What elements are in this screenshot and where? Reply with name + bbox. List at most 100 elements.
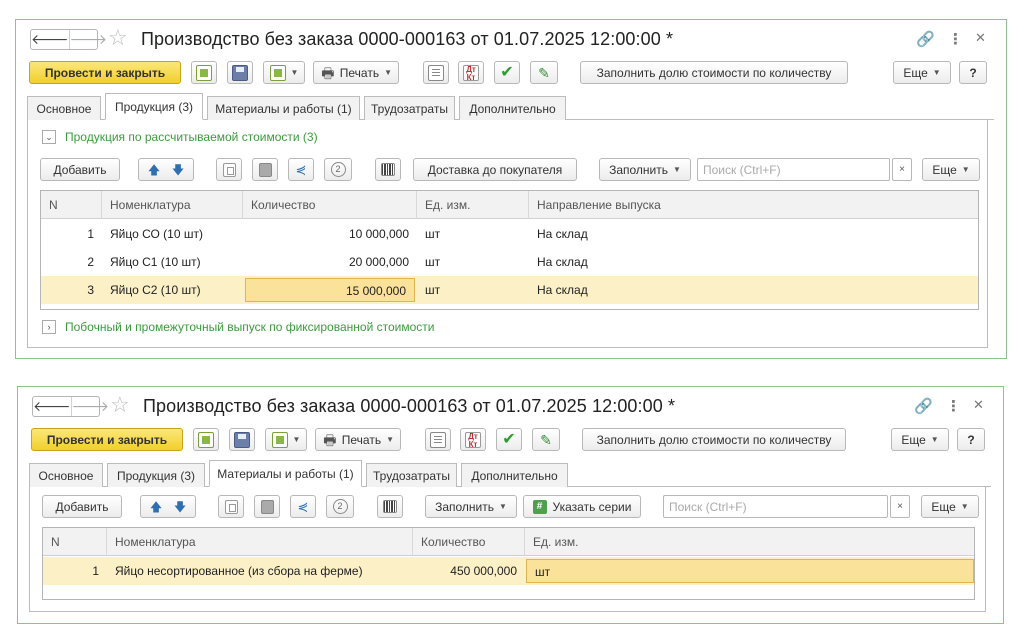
cell-item[interactable]: Яйцо СО (10 шт) (102, 220, 243, 248)
paste-button[interactable] (254, 495, 280, 518)
help-button[interactable]: ? (959, 61, 987, 84)
cell-unit[interactable]: шт (417, 220, 529, 248)
search-input[interactable]: Поиск (Ctrl+F) (663, 495, 888, 518)
cell-item[interactable]: Яйцо несортированное (из сбора на ферме) (107, 557, 413, 585)
fill-number-button[interactable]: 2 (324, 158, 352, 181)
doc-structure-button[interactable] (191, 61, 217, 84)
dt-kt-button[interactable]: Дт Кт (458, 61, 484, 84)
clear-search-button[interactable]: × (890, 495, 910, 518)
cell-direction[interactable]: На склад (529, 248, 969, 276)
post-and-close-button[interactable]: Провести и закрыть (29, 61, 181, 84)
table-row-selected[interactable]: 1 Яйцо несортированное (из сбора на ферм… (43, 557, 974, 585)
star-icon[interactable]: ☆ (108, 26, 128, 50)
group-fixed-cost[interactable]: › Побочный и промежуточный выпуск по фик… (42, 320, 434, 334)
more-button[interactable]: Еще ▼ (893, 61, 951, 84)
cell-unit-focused[interactable]: шт (526, 559, 974, 583)
edit-button[interactable]: ✎ (532, 428, 560, 451)
move-up-down-button[interactable]: 🡅 🡇 (140, 495, 196, 518)
tab-labor[interactable]: Трудозатраты (364, 96, 455, 120)
tab-materials[interactable]: Материалы и работы (1) (209, 460, 362, 487)
close-icon[interactable]: ✕ (973, 397, 984, 413)
back-arrow-icon[interactable]: 🡐 (31, 30, 69, 49)
table-row[interactable]: 2 Яйцо С1 (10 шт) 20 000,000 шт На склад (41, 248, 978, 276)
tab-main[interactable]: Основное (29, 463, 103, 487)
save-button[interactable] (229, 428, 255, 451)
create-based-button[interactable]: ▼ (265, 428, 307, 451)
fill-number-button[interactable]: 2 (326, 495, 354, 518)
print-button[interactable]: 🖶 Печать ▼ (315, 428, 401, 451)
cell-item[interactable]: Яйцо С1 (10 шт) (102, 248, 243, 276)
fill-button[interactable]: Заполнить ▼ (599, 158, 691, 181)
specify-series-button[interactable]: # Указать серии (523, 495, 641, 518)
cell-item[interactable]: Яйцо С2 (10 шт) (102, 276, 243, 304)
tab-main[interactable]: Основное (27, 96, 101, 120)
paste-button[interactable] (252, 158, 278, 181)
chevron-down-icon[interactable]: ⌄ (42, 130, 56, 144)
fill-cost-share-button[interactable]: Заполнить долю стоимости по количеству (582, 428, 846, 451)
cell-direction[interactable]: На склад (529, 276, 969, 304)
col-header-direction[interactable]: Направление выпуска (529, 191, 980, 219)
edit-button[interactable]: ✎ (530, 61, 558, 84)
doc-structure-button[interactable] (193, 428, 219, 451)
barcode-button[interactable] (375, 158, 401, 181)
table-row-selected[interactable]: 3 Яйцо С2 (10 шт) 15 000,000 шт На склад (41, 276, 978, 304)
search-input[interactable]: Поиск (Ctrl+F) (697, 158, 890, 181)
cell-qty-focused[interactable]: 15 000,000 (245, 278, 415, 302)
table-row[interactable]: 1 Яйцо СО (10 шт) 10 000,000 шт На склад (41, 220, 978, 248)
cell-direction[interactable]: На склад (529, 220, 969, 248)
forward-arrow-icon[interactable]: 🡒 (68, 30, 107, 49)
tab-additional[interactable]: Дополнительно (461, 463, 568, 487)
print-button[interactable]: 🖶 Печать ▼ (313, 61, 399, 84)
tab-products[interactable]: Продукция (3) (105, 93, 203, 120)
col-header-qty[interactable]: Количество (413, 528, 525, 556)
report-button[interactable] (425, 428, 451, 451)
col-header-item[interactable]: Номенклатура (102, 191, 243, 219)
share-button[interactable]: ⋞ (290, 495, 316, 518)
link-icon[interactable]: 🔗 (914, 397, 933, 415)
cell-qty[interactable]: 450 000,000 (413, 557, 525, 585)
dt-kt-button[interactable]: Дт Кт (460, 428, 486, 451)
close-icon[interactable]: ✕ (975, 30, 986, 46)
col-header-n[interactable]: N (43, 528, 107, 556)
share-button[interactable]: ⋞ (288, 158, 314, 181)
tab-labor[interactable]: Трудозатраты (366, 463, 457, 487)
more-button[interactable]: Еще ▼ (891, 428, 949, 451)
star-icon[interactable]: ☆ (110, 393, 130, 417)
copy-button[interactable] (218, 495, 244, 518)
delivery-button[interactable]: Доставка до покупателя (413, 158, 577, 181)
col-header-unit[interactable]: Ед. изм. (417, 191, 529, 219)
back-arrow-icon[interactable]: 🡐 (33, 397, 71, 416)
chevron-right-icon[interactable]: › (42, 320, 56, 334)
barcode-button[interactable] (377, 495, 403, 518)
clear-search-button[interactable]: × (892, 158, 912, 181)
add-button[interactable]: Добавить (40, 158, 120, 181)
cell-qty[interactable]: 20 000,000 (243, 248, 417, 276)
post-and-close-button[interactable]: Провести и закрыть (31, 428, 183, 451)
create-based-button[interactable]: ▼ (263, 61, 305, 84)
link-icon[interactable]: 🔗 (916, 30, 935, 48)
col-header-qty[interactable]: Количество (243, 191, 417, 219)
fill-cost-share-button[interactable]: Заполнить долю стоимости по количеству (580, 61, 848, 84)
tab-products[interactable]: Продукция (3) (107, 463, 205, 487)
more-vert-icon[interactable]: ⋮ (948, 30, 963, 48)
col-header-item[interactable]: Номенклатура (107, 528, 413, 556)
post-button[interactable]: ✔ (496, 428, 522, 451)
group-calculated-cost[interactable]: ⌄ Продукция по рассчитываемой стоимости … (42, 130, 318, 144)
cell-unit[interactable]: шт (417, 248, 529, 276)
col-header-n[interactable]: N (41, 191, 102, 219)
cell-unit[interactable]: шт (417, 276, 529, 304)
help-button[interactable]: ? (957, 428, 985, 451)
post-button[interactable]: ✔ (494, 61, 520, 84)
fill-button[interactable]: Заполнить ▼ (425, 495, 517, 518)
cell-qty[interactable]: 10 000,000 (243, 220, 417, 248)
tab-additional[interactable]: Дополнительно (459, 96, 566, 120)
tab-materials[interactable]: Материалы и работы (1) (207, 96, 360, 120)
forward-arrow-icon[interactable]: 🡒 (70, 397, 109, 416)
table-more-button[interactable]: Еще ▼ (922, 158, 980, 181)
table-more-button[interactable]: Еще ▼ (921, 495, 979, 518)
copy-button[interactable] (216, 158, 242, 181)
more-vert-icon[interactable]: ⋮ (946, 397, 961, 415)
save-button[interactable] (227, 61, 253, 84)
add-button[interactable]: Добавить (42, 495, 122, 518)
col-header-unit[interactable]: Ед. изм. (525, 528, 976, 556)
